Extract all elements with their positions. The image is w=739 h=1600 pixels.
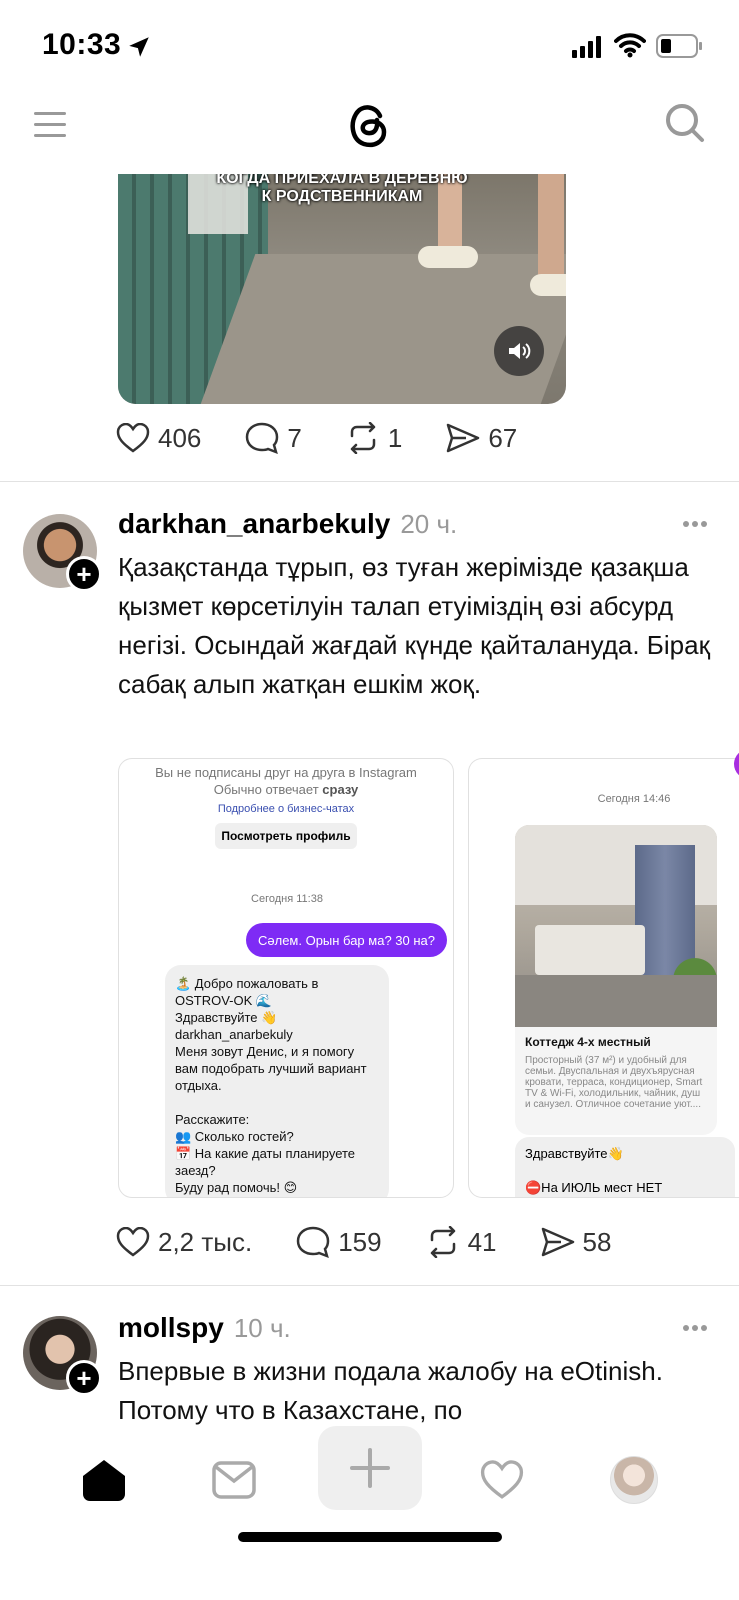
video-caption: КОГДА ПРИЕХАЛА В ДЕРЕВНЮ К РОДСТВЕННИКАМ <box>118 174 566 206</box>
home-icon <box>83 1460 125 1501</box>
sound-toggle-button[interactable] <box>494 326 544 376</box>
post-text: Впервые в жизни подала жалобу на eOtinis… <box>118 1356 663 1425</box>
room-info: Коттедж 4-х местный Просторный (37 м²) и… <box>515 1027 717 1135</box>
threads-logo-icon[interactable] <box>346 98 392 150</box>
location-arrow-icon <box>129 37 149 57</box>
like-button[interactable]: 2,2 тыс. <box>116 1227 252 1258</box>
video-thumbnail[interactable]: КОГДА ПРИЕХАЛА В ДЕРЕВНЮ К РОДСТВЕННИКАМ <box>118 174 566 404</box>
top-header <box>0 90 739 174</box>
outgoing-message: Сәлем. Орын бар ма? 30 на? <box>245 923 447 957</box>
divider <box>0 1285 739 1286</box>
post-text: Қазақстанда тұрып, өз туған жерімізде қа… <box>118 552 710 699</box>
view-profile-button: Посмотреть профиль <box>215 823 357 849</box>
more-options-icon[interactable] <box>682 520 708 528</box>
wifi-icon <box>614 33 646 58</box>
repost-icon <box>430 1226 455 1258</box>
nav-create[interactable] <box>318 1426 422 1510</box>
like-count: 406 <box>158 422 202 453</box>
nav-activity[interactable] <box>452 1440 552 1520</box>
send-icon <box>447 423 480 453</box>
like-button[interactable]: 406 <box>116 423 201 454</box>
more-options-icon[interactable] <box>682 1324 708 1332</box>
comment-icon <box>296 1226 330 1258</box>
response-bold: сразу <box>322 782 359 797</box>
post-header: mollspy 10 ч. <box>118 1312 291 1344</box>
like-count: 2,2 тыс. <box>158 1226 253 1257</box>
video-caption-line1: КОГДА ПРИЕХАЛА В ДЕРЕВНЮ <box>216 174 468 187</box>
repost-icon <box>350 422 376 454</box>
send-icon <box>541 1227 574 1257</box>
follow-plus-icon[interactable]: + <box>66 1360 102 1396</box>
cellular-signal-icon <box>572 36 601 58</box>
repost-count: 1 <box>387 422 403 453</box>
post-time: 20 ч. <box>400 509 458 539</box>
battery-icon <box>656 34 702 58</box>
share-button[interactable]: 67 <box>446 423 517 454</box>
share-button[interactable]: 58 <box>541 1226 612 1258</box>
post-time: 10 ч. <box>233 1313 291 1343</box>
inbox-icon <box>212 1461 256 1499</box>
room-photo <box>515 825 717 1027</box>
status-bar: 10:33 <box>0 0 739 90</box>
heart-icon <box>116 1227 150 1257</box>
reply-count: 7 <box>287 422 302 453</box>
speaker-icon <box>509 343 531 359</box>
follow-plus-icon[interactable]: + <box>66 556 102 592</box>
reply-count: 159 <box>338 1226 382 1257</box>
nav-profile[interactable] <box>584 1440 684 1520</box>
reply-message: Здравствуйте👋 ⛔На ИЮЛЬ мест НЕТ <box>515 1137 735 1197</box>
search-icon[interactable] <box>664 102 706 144</box>
post-header: darkhan_anarbekuly 20 ч. <box>118 508 457 540</box>
repost-button[interactable]: 1 <box>346 422 402 454</box>
comment-icon <box>246 422 279 454</box>
nav-home[interactable] <box>54 1440 154 1520</box>
home-indicator <box>238 1532 502 1542</box>
reply-button[interactable]: 159 <box>296 1226 382 1258</box>
response-prefix: Обычно отвечает <box>213 782 319 797</box>
username[interactable]: mollspy <box>118 1312 224 1344</box>
video-caption-line2: К РОДСТВЕННИКАМ <box>261 188 423 205</box>
status-time: 10:33 <box>42 28 122 61</box>
repost-button[interactable]: 41 <box>426 1226 497 1258</box>
heart-icon <box>116 423 150 453</box>
video-post-actions: 406 7 1 67 <box>116 418 561 458</box>
share-count: 67 <box>488 422 518 453</box>
chat-timestamp: Сегодня 11:38 <box>251 893 323 905</box>
repost-count: 41 <box>467 1226 497 1257</box>
nav-inbox[interactable] <box>184 1440 284 1520</box>
username[interactable]: darkhan_anarbekuly <box>118 508 390 540</box>
business-chats-link: Подробнее о бизнес-чатах <box>217 803 355 815</box>
room-title: Коттедж 4-х местный <box>525 1035 651 1049</box>
menu-icon[interactable] <box>34 112 66 138</box>
chat-timestamp-2: Сегодня 14:46 <box>597 793 671 805</box>
feed[interactable]: КОГДА ПРИЕХАЛА В ДЕРЕВНЮ К РОДСТВЕННИКАМ… <box>0 174 739 1440</box>
not-following-note: Вы не подписаны друг на друга в Instagra… <box>155 765 417 780</box>
response-time: Обычно отвечает сразу <box>119 782 453 797</box>
share-count: 58 <box>582 1226 612 1257</box>
reply-button[interactable]: 7 <box>245 422 302 454</box>
plus-icon <box>350 1448 390 1488</box>
divider <box>0 481 739 482</box>
bottom-nav <box>0 1426 739 1600</box>
screenshot-card-2[interactable]: Сегодня 14:46 Коттедж 4-х местный Просто… <box>468 749 739 1198</box>
incoming-message: 🏝️ Добро пожаловать в OSTROV-OK 🌊 Здравс… <box>165 965 389 1197</box>
heart-icon <box>480 1460 524 1499</box>
post1-actions: 2,2 тыс. 159 41 58 <box>116 1222 655 1262</box>
screenshot-card-1[interactable]: Вы не подписаны друг на друга в Instagra… <box>118 758 454 1198</box>
room-description: Просторный (37 м²) и удобный для семьи. … <box>525 1055 703 1110</box>
profile-avatar <box>610 1456 658 1504</box>
